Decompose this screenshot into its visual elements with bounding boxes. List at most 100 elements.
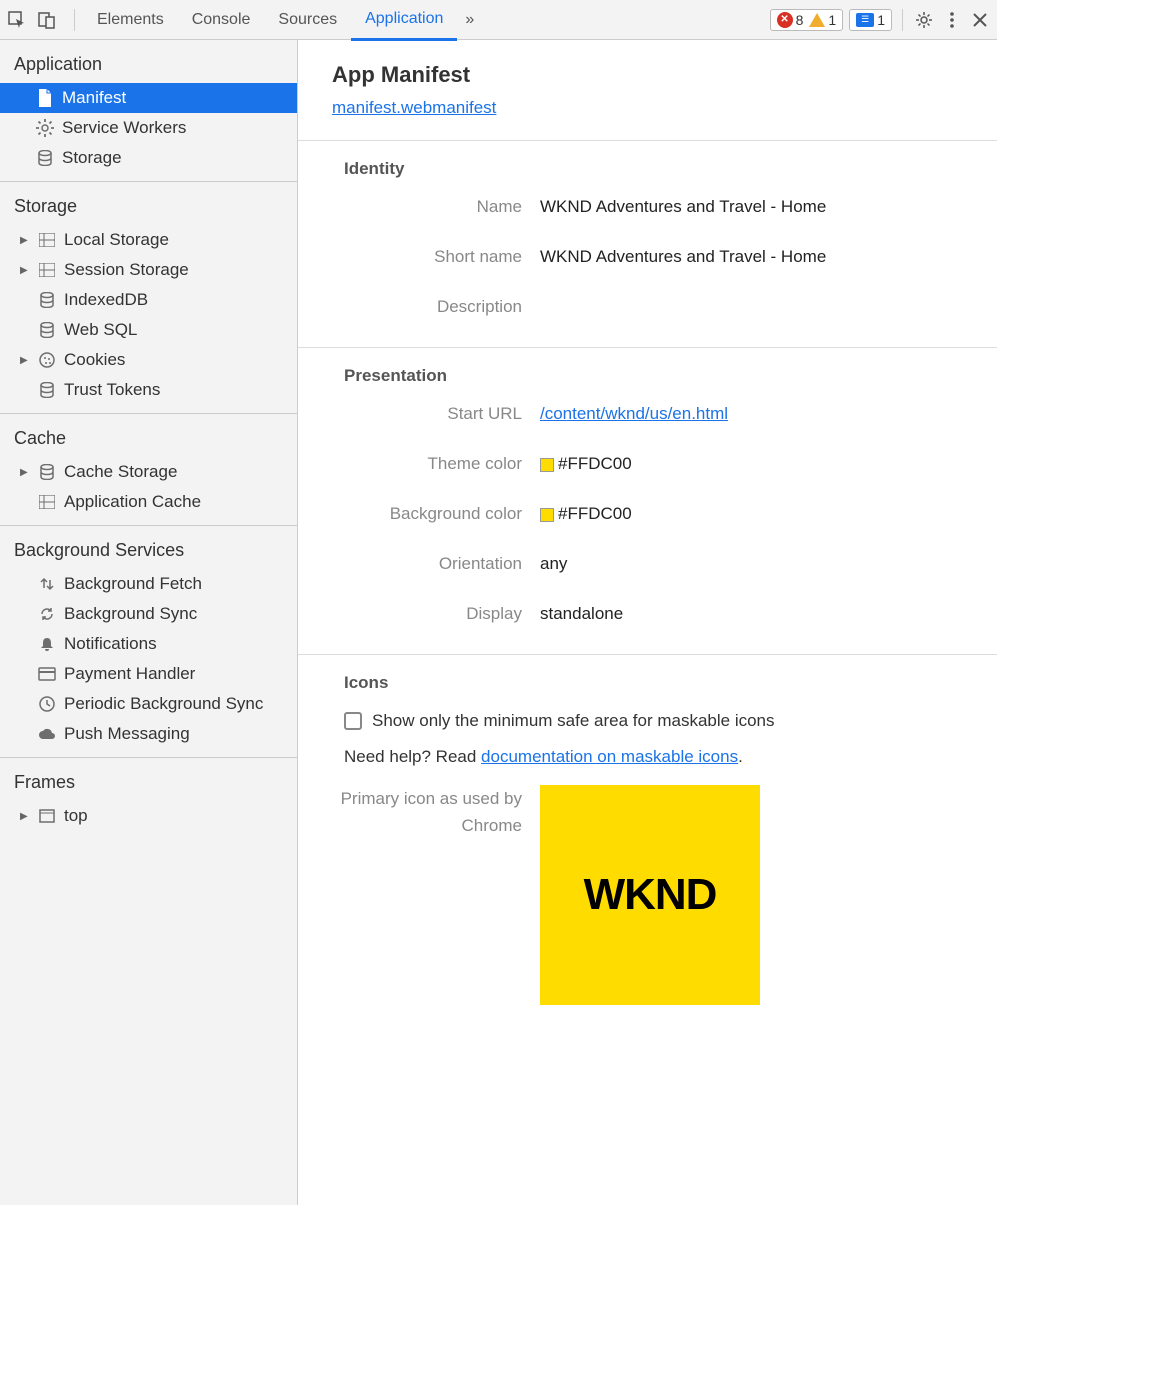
sidebar-item-label: Storage bbox=[62, 148, 122, 168]
sidebar-item-top-frame[interactable]: ▶ top bbox=[0, 801, 297, 831]
sidebar-item-label: Manifest bbox=[62, 88, 126, 108]
chevron-right-icon: ▶ bbox=[20, 355, 30, 366]
icons-section-title: Icons bbox=[344, 673, 997, 693]
database-icon bbox=[36, 150, 54, 166]
sidebar-section-application: Application bbox=[0, 48, 297, 83]
sidebar-section-bg-services: Background Services bbox=[0, 534, 297, 569]
name-value: WKND Adventures and Travel - Home bbox=[540, 197, 997, 217]
application-sidebar: Application Manifest Service Workers Sto… bbox=[0, 40, 298, 1205]
sidebar-item-session-storage[interactable]: ▶ Session Storage bbox=[0, 255, 297, 285]
clock-icon bbox=[38, 696, 56, 712]
message-icon: ☰ bbox=[856, 13, 874, 27]
description-label: Description bbox=[332, 297, 522, 317]
orientation-label: Orientation bbox=[332, 554, 522, 574]
sidebar-item-periodic-sync[interactable]: ▶ Periodic Background Sync bbox=[0, 689, 297, 719]
sidebar-item-label: top bbox=[64, 806, 88, 826]
sidebar-item-label: Push Messaging bbox=[64, 724, 190, 744]
help-text-prefix: Need help? Read bbox=[344, 747, 481, 766]
sidebar-item-label: Trust Tokens bbox=[64, 380, 160, 400]
maskable-checkbox[interactable] bbox=[344, 712, 362, 730]
database-icon bbox=[38, 322, 56, 338]
error-count: 8 bbox=[796, 12, 804, 28]
bgcolor-value: #FFDC00 bbox=[558, 504, 632, 523]
sync-icon bbox=[38, 606, 56, 622]
settings-icon[interactable] bbox=[913, 9, 935, 31]
display-value: standalone bbox=[540, 604, 997, 624]
sidebar-item-service-workers[interactable]: Service Workers bbox=[0, 113, 297, 143]
chevron-right-icon: ▶ bbox=[20, 811, 30, 822]
sidebar-item-label: Notifications bbox=[64, 634, 157, 654]
sidebar-item-label: Application Cache bbox=[64, 492, 201, 512]
sidebar-item-local-storage[interactable]: ▶ Local Storage bbox=[0, 225, 297, 255]
devtools-toolbar: Elements Console Sources Application » ✕… bbox=[0, 0, 997, 40]
themecolor-label: Theme color bbox=[332, 454, 522, 474]
updown-icon bbox=[38, 576, 56, 592]
toolbar-divider bbox=[902, 9, 903, 31]
toolbar-divider bbox=[74, 9, 75, 31]
sidebar-item-cache-storage[interactable]: ▶ Cache Storage bbox=[0, 457, 297, 487]
card-icon bbox=[38, 667, 56, 681]
primary-icon-preview: WKND bbox=[540, 785, 760, 1005]
presentation-section-title: Presentation bbox=[344, 366, 997, 386]
shortname-value: WKND Adventures and Travel - Home bbox=[540, 247, 997, 267]
inspect-icon[interactable] bbox=[6, 9, 28, 31]
tab-elements[interactable]: Elements bbox=[83, 0, 178, 40]
sidebar-item-cookies[interactable]: ▶ Cookies bbox=[0, 345, 297, 375]
sidebar-item-label: Background Sync bbox=[64, 604, 197, 624]
sidebar-item-label: Cache Storage bbox=[64, 462, 177, 482]
sidebar-item-trust-tokens[interactable]: ▶ Trust Tokens bbox=[0, 375, 297, 405]
maskable-docs-link[interactable]: documentation on maskable icons bbox=[481, 747, 738, 766]
sidebar-item-indexeddb[interactable]: ▶ IndexedDB bbox=[0, 285, 297, 315]
more-icon[interactable] bbox=[941, 9, 963, 31]
orientation-value: any bbox=[540, 554, 997, 574]
database-icon bbox=[38, 464, 56, 480]
sidebar-section-storage: Storage bbox=[0, 190, 297, 225]
sidebar-item-push-messaging[interactable]: ▶ Push Messaging bbox=[0, 719, 297, 749]
identity-section-title: Identity bbox=[344, 159, 997, 179]
message-count: 1 bbox=[877, 12, 885, 28]
sidebar-item-label: Periodic Background Sync bbox=[64, 694, 263, 714]
manifest-file-link[interactable]: manifest.webmanifest bbox=[332, 98, 496, 117]
manifest-panel: App Manifest manifest.webmanifest Identi… bbox=[298, 40, 997, 1205]
tab-overflow[interactable]: » bbox=[457, 0, 482, 40]
frame-icon bbox=[38, 809, 56, 823]
close-icon[interactable] bbox=[969, 9, 991, 31]
warning-icon bbox=[809, 13, 825, 27]
maskable-checkbox-label: Show only the minimum safe area for mask… bbox=[372, 711, 775, 731]
sidebar-item-bg-fetch[interactable]: ▶ Background Fetch bbox=[0, 569, 297, 599]
sidebar-item-label: Web SQL bbox=[64, 320, 137, 340]
primary-icon-label: Primary icon as used by Chrome bbox=[332, 785, 522, 839]
tab-sources[interactable]: Sources bbox=[264, 0, 351, 40]
sidebar-item-application-cache[interactable]: ▶ Application Cache bbox=[0, 487, 297, 517]
sidebar-item-label: Payment Handler bbox=[64, 664, 195, 684]
sidebar-item-websql[interactable]: ▶ Web SQL bbox=[0, 315, 297, 345]
tab-console[interactable]: Console bbox=[178, 0, 265, 40]
database-icon bbox=[38, 382, 56, 398]
messages-badge[interactable]: ☰ 1 bbox=[849, 9, 892, 31]
sidebar-item-manifest[interactable]: Manifest bbox=[0, 83, 297, 113]
display-label: Display bbox=[332, 604, 522, 624]
bell-icon bbox=[38, 636, 56, 652]
starturl-label: Start URL bbox=[332, 404, 522, 424]
sidebar-item-label: IndexedDB bbox=[64, 290, 148, 310]
help-text-suffix: . bbox=[738, 747, 743, 766]
toolbar-tabs: Elements Console Sources Application » bbox=[83, 0, 766, 40]
chevron-right-icon: ▶ bbox=[20, 265, 30, 276]
sidebar-item-notifications[interactable]: ▶ Notifications bbox=[0, 629, 297, 659]
sidebar-item-storage[interactable]: Storage bbox=[0, 143, 297, 173]
tab-application[interactable]: Application bbox=[351, 1, 457, 41]
sidebar-section-frames: Frames bbox=[0, 766, 297, 801]
sidebar-item-label: Cookies bbox=[64, 350, 125, 370]
sidebar-section-cache: Cache bbox=[0, 422, 297, 457]
bgcolor-swatch bbox=[540, 508, 554, 522]
sidebar-item-bg-sync[interactable]: ▶ Background Sync bbox=[0, 599, 297, 629]
device-toggle-icon[interactable] bbox=[36, 9, 58, 31]
document-icon bbox=[36, 89, 54, 107]
sidebar-item-label: Background Fetch bbox=[64, 574, 202, 594]
chevron-right-icon: ▶ bbox=[20, 467, 30, 478]
starturl-link[interactable]: /content/wknd/us/en.html bbox=[540, 404, 728, 423]
page-title: App Manifest bbox=[332, 62, 997, 88]
sidebar-item-label: Service Workers bbox=[62, 118, 186, 138]
error-warning-badge[interactable]: ✕ 8 1 bbox=[770, 9, 844, 31]
sidebar-item-payment-handler[interactable]: ▶ Payment Handler bbox=[0, 659, 297, 689]
